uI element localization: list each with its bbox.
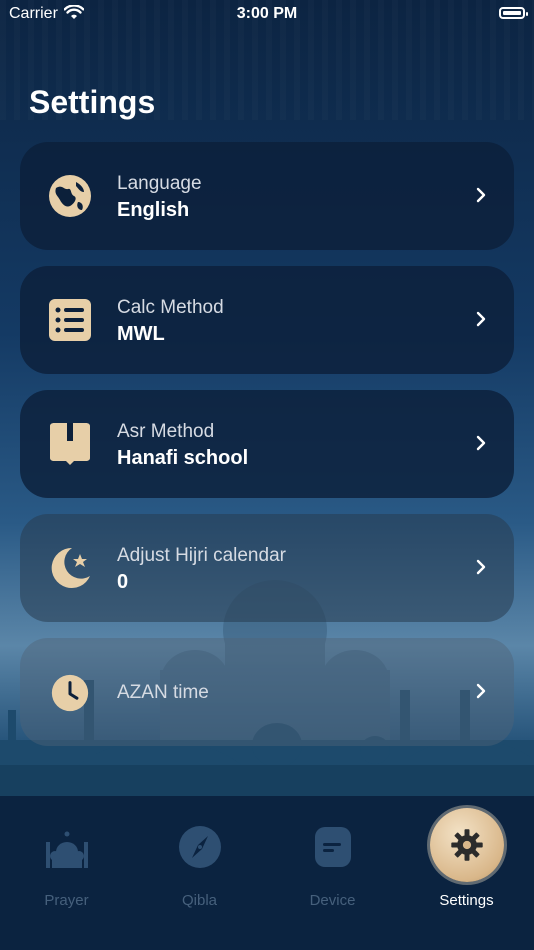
setting-label: AZAN time xyxy=(117,682,209,703)
device-icon xyxy=(314,827,351,867)
status-time: 3:00 PM xyxy=(236,5,298,22)
chevron-right-icon xyxy=(476,559,486,575)
tab-label: Prayer xyxy=(44,892,89,909)
tab-label: Settings xyxy=(439,892,494,909)
tab-prayer[interactable]: Prayer xyxy=(0,796,133,926)
chevron-right-icon xyxy=(476,187,486,203)
setting-value: MWL xyxy=(117,323,165,345)
tab-label: Qibla xyxy=(181,892,218,909)
chevron-right-icon xyxy=(476,683,486,699)
setting-value: Hanafi school xyxy=(117,447,249,469)
gear-icon xyxy=(450,829,483,861)
setting-label: Asr Method xyxy=(117,421,215,442)
setting-label: Calc Method xyxy=(117,297,224,318)
setting-label: Adjust Hijri calendar xyxy=(117,545,286,566)
settings-row-language[interactable]: Language English xyxy=(20,142,514,250)
active-tab-bubble xyxy=(429,808,504,882)
chevron-right-icon xyxy=(476,311,486,327)
settings-row-calc-method[interactable]: Calc Method MWL xyxy=(20,266,514,374)
setting-label: Language xyxy=(117,173,202,194)
battery-icon xyxy=(499,7,528,19)
status-bar: Carrier 3:00 PM xyxy=(0,0,534,30)
setting-value: 0 xyxy=(117,571,129,593)
chevron-right-icon xyxy=(476,435,486,451)
list-icon xyxy=(49,299,91,341)
settings-row-hijri-adjust[interactable]: Adjust Hijri calendar 0 xyxy=(20,514,514,622)
settings-row-azan-time[interactable]: AZAN time xyxy=(20,638,514,746)
book-icon xyxy=(50,423,90,465)
page-title: Settings xyxy=(29,84,156,120)
settings-row-asr-method[interactable]: Asr Method Hanafi school xyxy=(20,390,514,498)
globe-icon xyxy=(49,175,91,217)
clock-icon xyxy=(51,674,89,712)
tab-device[interactable]: Device xyxy=(266,796,399,926)
tab-qibla[interactable]: Qibla xyxy=(133,796,266,926)
crescent-star-icon xyxy=(51,547,90,588)
tab-bar: Prayer Qibla Device Settings xyxy=(0,796,534,950)
mosque-icon xyxy=(45,831,88,868)
tab-label: Device xyxy=(309,892,356,909)
compass-icon xyxy=(178,826,221,868)
tab-settings[interactable]: Settings xyxy=(400,796,533,926)
setting-value: English xyxy=(117,199,190,221)
